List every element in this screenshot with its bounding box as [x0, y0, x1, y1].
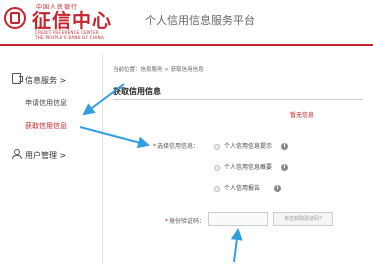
identity-code-input[interactable]: [208, 212, 268, 226]
header: 中国人民银行 征信中心 CREDIT REFERENCE CENTER THE …: [0, 0, 373, 44]
select-credit-info-label: *选择信用信息：: [153, 141, 199, 150]
option-label: 个人信用信息提示: [224, 143, 273, 150]
radio-button[interactable]: [214, 164, 220, 171]
user-icon: [12, 148, 22, 159]
logo: 中国人民银行 征信中心 CREDIT REFERENCE CENTER THE …: [2, 2, 142, 42]
select-credit-info-text: 选择信用信息：: [157, 143, 200, 150]
breadcrumb: 当前位置：信息服务 > 获取信用信息: [113, 67, 204, 73]
radio-button[interactable]: [214, 185, 220, 192]
option-credit-info-summary[interactable]: 个人信用信息概要 i: [214, 162, 289, 172]
logo-title: 征信中心: [32, 10, 113, 32]
title-divider: [113, 99, 363, 100]
required-mark: *: [165, 218, 168, 225]
logo-en-line2: THE PEOPLE'S BANK OF CHINA: [35, 35, 105, 40]
sidebar-item-info-service[interactable]: 信息服务 >: [12, 68, 66, 87]
option-label: 个人信用报告: [224, 185, 261, 192]
sidebar-divider: [102, 54, 103, 265]
platform-title: 个人信用信息服务平台: [145, 14, 255, 27]
info-icon[interactable]: i: [281, 143, 289, 150]
arrow-to-code-input: [230, 228, 243, 263]
page-title: 获取信用信息: [113, 87, 161, 96]
get-code-button[interactable]: 单击获取验证码?: [273, 212, 333, 226]
sidebar-item-label: 信息服务 >: [25, 76, 67, 85]
sidebar-item-user-management[interactable]: 用户管理 >: [12, 143, 66, 162]
info-icon[interactable]: i: [281, 164, 289, 171]
option-credit-report[interactable]: 个人信用报告 i: [214, 183, 282, 193]
radio-button[interactable]: [214, 143, 220, 150]
identity-code-text: 身份验证码：: [169, 218, 206, 225]
option-credit-info-hint[interactable]: 个人信用信息提示 i: [214, 141, 289, 151]
sidebar-item-get-credit-info[interactable]: 获取信用信息: [25, 121, 67, 131]
sidebar-item-label: 用户管理 >: [25, 151, 67, 160]
option-label: 个人信用信息概要: [224, 164, 273, 171]
info-icon[interactable]: i: [274, 185, 282, 192]
document-icon: [12, 73, 23, 84]
identity-code-label: *身份验证码：: [165, 216, 205, 225]
required-mark: *: [153, 143, 156, 150]
sidebar-item-apply-credit-info[interactable]: 申请信用信息: [25, 98, 67, 108]
seal-icon: [4, 7, 26, 29]
no-info-message: 暂无信息: [290, 112, 315, 119]
